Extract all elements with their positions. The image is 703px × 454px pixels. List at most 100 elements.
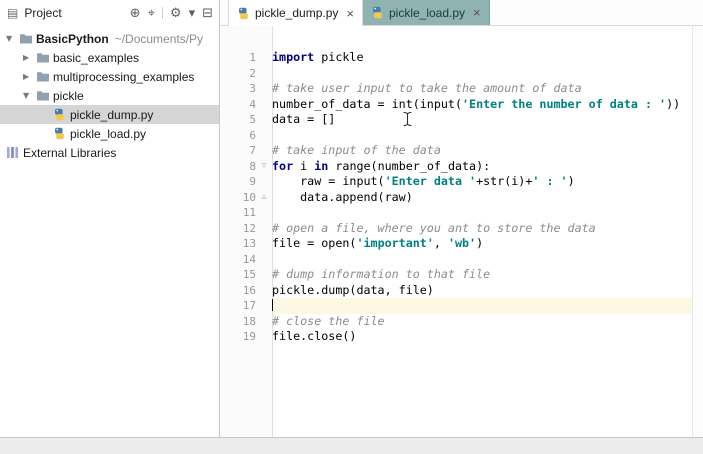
tree-item-basicpython[interactable]: ▼ BasicPython ~/Documents/Py xyxy=(0,29,219,48)
code-text: number_of_data = int(input('Enter the nu… xyxy=(272,96,681,111)
line-number[interactable]: 8 xyxy=(220,159,256,175)
editor-tab-bar: pickle_dump.py × pickle_load.py × xyxy=(220,0,703,26)
pycharm-window: ▤ Project ⊕ ⌖ ⚙ ▾ ⊟ ▼ BasicPython ~/Documents/… xyxy=(0,0,703,454)
line-number[interactable]: 11 xyxy=(220,205,256,221)
code-line-4: 4 number_of_data = int(input('Enter the n… xyxy=(220,97,693,113)
python-file-icon xyxy=(371,6,384,19)
python-icon xyxy=(53,108,70,121)
tab-pickle-load-py[interactable]: pickle_load.py × xyxy=(362,0,490,25)
chevron-down-icon[interactable]: ▾ xyxy=(189,7,196,20)
line-number[interactable]: 4 xyxy=(220,97,256,113)
line-number[interactable]: 7 xyxy=(220,143,256,159)
python-icon xyxy=(53,127,70,140)
code-text: pickle.dump(data, file) xyxy=(272,282,434,297)
code-line-8: 8 ▿ for i in range(number_of_data): xyxy=(220,159,693,175)
line-number[interactable]: 17 xyxy=(220,298,256,314)
chevron-collapsed-icon[interactable]: ▶ xyxy=(23,53,36,62)
line-number[interactable]: 12 xyxy=(220,221,256,237)
fold-end-icon[interactable]: ▵ xyxy=(256,190,272,206)
tab-close-icon[interactable]: × xyxy=(473,6,481,19)
project-panel-title[interactable]: Project xyxy=(24,6,61,20)
tree-item-external-libraries[interactable]: External Libraries xyxy=(0,143,219,162)
code-text: data = [] xyxy=(272,112,336,126)
code-text: # open a file, where you ant to store th… xyxy=(272,220,596,235)
project-tree: ▼ BasicPython ~/Documents/Py ▶ basic_example… xyxy=(0,26,219,162)
code-text: # dump information to that file xyxy=(272,267,491,281)
tree-item-label: pickle_load.py xyxy=(70,126,147,141)
libraries-icon xyxy=(6,146,23,159)
project-panel-toolbar: ⊕ ⌖ ⚙ ▾ ⊟ xyxy=(130,7,213,20)
line-number[interactable]: 5 xyxy=(220,112,256,128)
tree-item-label: basic_examples xyxy=(53,50,140,65)
code-line-19: 19 file.close() xyxy=(220,329,693,345)
tree-item-pickle-dump-py[interactable]: pickle_dump.py xyxy=(0,105,219,124)
folder-icon xyxy=(36,89,53,102)
code-text: raw = input('Enter data '+str(i)+' : ') xyxy=(272,174,575,188)
line-number[interactable]: 1 xyxy=(220,50,256,66)
code-line-2: 2 xyxy=(220,66,693,82)
chevron-collapsed-icon[interactable]: ▶ xyxy=(23,72,36,81)
tree-item-label: pickle_dump.py xyxy=(70,107,154,122)
tree-item-path-hint: ~/Documents/Py xyxy=(114,31,204,46)
line-number[interactable]: 3 xyxy=(220,81,256,97)
line-number[interactable]: 13 xyxy=(220,236,256,252)
project-panel-header: ▤ Project ⊕ ⌖ ⚙ ▾ ⊟ xyxy=(0,0,219,26)
code-line-15: 15 # dump information to that file xyxy=(220,267,693,283)
line-number[interactable]: 19 xyxy=(220,329,256,345)
project-tool-window-icon[interactable]: ▤ xyxy=(7,6,18,20)
code-text: # take input of the data xyxy=(272,143,441,157)
tree-item-multiprocessing-examples[interactable]: ▶ multiprocessing_examples xyxy=(0,67,219,86)
sync-project-icon[interactable]: ⊕ xyxy=(130,7,141,20)
code-line-11: 11 xyxy=(220,205,693,221)
line-number[interactable]: 14 xyxy=(220,252,256,268)
project-panel: ▤ Project ⊕ ⌖ ⚙ ▾ ⊟ ▼ BasicPython ~/Documents/… xyxy=(0,0,220,437)
folder-icon xyxy=(36,70,53,83)
python-file-icon xyxy=(237,7,250,20)
tree-item-pickle-load-py[interactable]: pickle_load.py xyxy=(0,124,219,143)
line-number[interactable]: 16 xyxy=(220,283,256,299)
code-text: # close the file xyxy=(272,313,385,328)
code-editor[interactable]: 1 import pickle 2 3 # take user input to tak… xyxy=(220,26,693,437)
chevron-expanded-icon[interactable]: ▼ xyxy=(23,91,36,100)
line-number[interactable]: 10 xyxy=(220,190,256,206)
code-text: file.close() xyxy=(272,329,357,343)
line-number[interactable]: 2 xyxy=(220,66,256,82)
code-line-14: 14 xyxy=(220,252,693,268)
settings-gear-icon[interactable]: ⚙ xyxy=(170,7,182,20)
scroll-from-source-icon[interactable]: ⌖ xyxy=(148,7,155,20)
tab-pickle-dump-py[interactable]: pickle_dump.py × xyxy=(228,0,363,26)
editor-scrollbar[interactable] xyxy=(692,26,703,437)
folder-icon xyxy=(19,32,36,45)
code-line-5: 5 data = [] xyxy=(220,112,693,128)
tree-item-label: pickle xyxy=(53,88,84,103)
code-line-10: 10 ▵ data.append(raw) xyxy=(220,190,693,206)
code-text: import pickle xyxy=(272,50,364,64)
tree-item-basic-examples[interactable]: ▶ basic_examples xyxy=(0,48,219,67)
line-number[interactable]: 9 xyxy=(220,174,256,190)
line-number[interactable]: 6 xyxy=(220,128,256,144)
tree-item-label: BasicPython xyxy=(36,31,109,46)
fold-open-icon[interactable]: ▿ xyxy=(256,159,272,175)
tab-close-icon[interactable]: × xyxy=(346,7,354,20)
chevron-expanded-icon[interactable]: ▼ xyxy=(6,34,19,43)
code-text xyxy=(272,298,693,314)
line-number[interactable]: 18 xyxy=(220,314,256,330)
hide-panel-icon[interactable]: ⊟ xyxy=(202,7,213,20)
tree-item-pickle[interactable]: ▼ pickle xyxy=(0,86,219,105)
line-number[interactable]: 15 xyxy=(220,267,256,283)
